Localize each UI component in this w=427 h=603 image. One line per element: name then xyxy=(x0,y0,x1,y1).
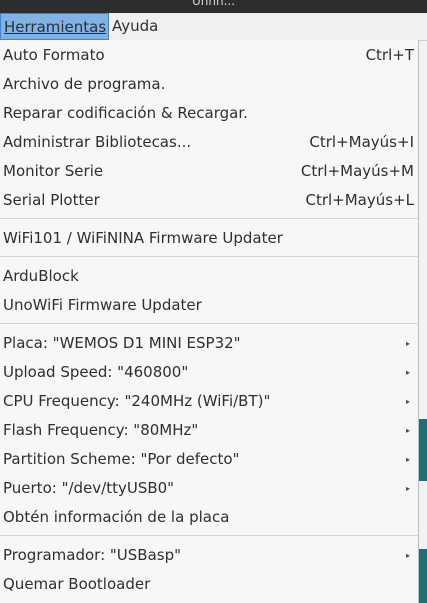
menu-item-info-placa[interactable]: Obtén información de la placa xyxy=(0,503,418,532)
menu-item-label: Reparar codificación & Recargar. xyxy=(3,104,248,122)
menu-item-wifi101-updater[interactable]: WiFi101 / WiFiNINA Firmware Updater xyxy=(0,224,418,253)
menu-separator xyxy=(0,535,418,536)
menu-item-label: WiFi101 / WiFiNINA Firmware Updater xyxy=(3,229,283,247)
menu-item-archivo-programa[interactable]: Archivo de programa. xyxy=(0,70,418,99)
background-window-edge xyxy=(419,41,427,603)
menu-herramientas[interactable]: Herramientas xyxy=(0,13,109,40)
menu-item-shortcut: Ctrl+Mayús+I xyxy=(309,133,414,151)
menu-item-label: Obtén información de la placa xyxy=(3,508,230,526)
submenu-arrow-icon: ▸ xyxy=(405,397,410,406)
menu-item-puerto[interactable]: Puerto: "/dev/ttyUSB0" ▸ xyxy=(0,474,418,503)
submenu-arrow-icon: ▸ xyxy=(405,426,410,435)
menu-item-cpu-frequency[interactable]: CPU Frequency: "240MHz (WiFi/BT)" ▸ xyxy=(0,387,418,416)
menu-separator xyxy=(0,218,418,219)
menu-item-shortcut: Ctrl+Mayús+L xyxy=(305,191,414,209)
menu-item-auto-formato[interactable]: Auto Formato Ctrl+T xyxy=(0,41,418,70)
menu-item-shortcut: Ctrl+Mayús+M xyxy=(300,162,414,180)
menu-bar: Herramientas Ayuda xyxy=(0,13,427,41)
background-panel-teal xyxy=(419,549,427,603)
menu-item-label: Placa: "WEMOS D1 MINI ESP32" xyxy=(3,334,241,352)
menu-herramientas-label: Herramientas xyxy=(4,18,107,36)
menu-ayuda[interactable]: Ayuda xyxy=(109,13,161,40)
menu-item-partition-scheme[interactable]: Partition Scheme: "Por defecto" ▸ xyxy=(0,445,418,474)
menu-item-programador[interactable]: Programador: "USBasp" ▸ xyxy=(0,541,418,570)
menu-item-label: Quemar Bootloader xyxy=(3,575,151,593)
submenu-arrow-icon: ▸ xyxy=(405,368,410,377)
menu-item-administrar-bibliotecas[interactable]: Administrar Bibliotecas... Ctrl+Mayús+I xyxy=(0,128,418,157)
menu-item-label: Auto Formato xyxy=(3,46,105,64)
menu-item-ardublock[interactable]: ArduBlock xyxy=(0,262,418,291)
window-titlebar: Unnn... xyxy=(0,0,427,13)
menu-item-label: Flash Frequency: "80MHz" xyxy=(3,421,199,439)
menu-item-label: Upload Speed: "460800" xyxy=(3,363,189,381)
background-panel-teal xyxy=(419,419,427,481)
menu-item-quemar-bootloader[interactable]: Quemar Bootloader xyxy=(0,570,418,599)
menu-item-label: Programador: "USBasp" xyxy=(3,546,182,564)
menu-item-monitor-serie[interactable]: Monitor Serie Ctrl+Mayús+M xyxy=(0,157,418,186)
menu-item-flash-frequency[interactable]: Flash Frequency: "80MHz" ▸ xyxy=(0,416,418,445)
menu-item-label: Administrar Bibliotecas... xyxy=(3,133,192,151)
menu-item-label: Archivo de programa. xyxy=(3,75,166,93)
submenu-arrow-icon: ▸ xyxy=(405,551,410,560)
menu-ayuda-label: Ayuda xyxy=(112,17,159,35)
submenu-arrow-icon: ▸ xyxy=(405,339,410,348)
submenu-arrow-icon: ▸ xyxy=(405,484,410,493)
menu-item-label: UnoWiFi Firmware Updater xyxy=(3,296,202,314)
menu-item-label: Partition Scheme: "Por defecto" xyxy=(3,450,240,468)
menu-item-placa[interactable]: Placa: "WEMOS D1 MINI ESP32" ▸ xyxy=(0,329,418,358)
menu-item-label: CPU Frequency: "240MHz (WiFi/BT)" xyxy=(3,392,271,410)
menu-item-shortcut: Ctrl+T xyxy=(365,46,414,64)
menu-separator xyxy=(0,256,418,257)
window-title: Unnn... xyxy=(191,0,236,8)
menu-item-upload-speed[interactable]: Upload Speed: "460800" ▸ xyxy=(0,358,418,387)
submenu-arrow-icon: ▸ xyxy=(405,455,410,464)
menu-item-label: Puerto: "/dev/ttyUSB0" xyxy=(3,479,175,497)
menu-item-unowifi-updater[interactable]: UnoWiFi Firmware Updater xyxy=(0,291,418,320)
menu-separator xyxy=(0,323,418,324)
herramientas-dropdown: Auto Formato Ctrl+T Archivo de programa.… xyxy=(0,40,419,603)
menu-item-reparar[interactable]: Reparar codificación & Recargar. xyxy=(0,99,418,128)
menu-item-serial-plotter[interactable]: Serial Plotter Ctrl+Mayús+L xyxy=(0,186,418,215)
menu-item-label: ArduBlock xyxy=(3,267,79,285)
menu-item-label: Monitor Serie xyxy=(3,162,104,180)
menu-item-label: Serial Plotter xyxy=(3,191,100,209)
